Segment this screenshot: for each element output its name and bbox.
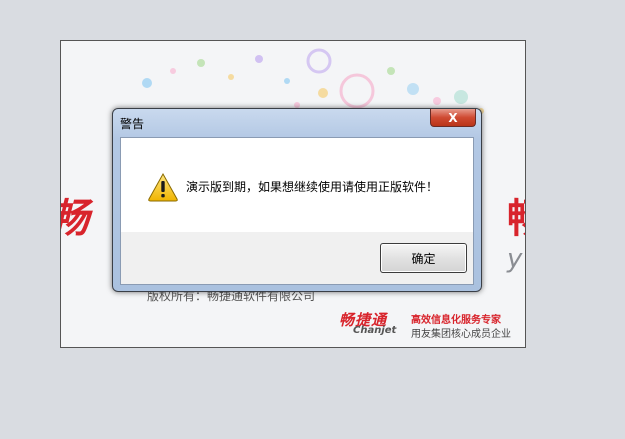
- dialog-title: 警告: [120, 117, 145, 131]
- close-button[interactable]: X: [430, 109, 476, 127]
- brand-subtitle: 用友集团核心成员企业: [411, 329, 511, 340]
- warning-dialog: 警告 X 演示版到期，如果想继续使用请使用正版软件！ 确定: [112, 108, 482, 292]
- message-area: 演示版到期，如果想继续使用请使用正版软件！: [121, 138, 473, 232]
- brand-name-en: Chanjet: [353, 325, 397, 336]
- warning-icon: [148, 172, 178, 202]
- splash-logo-left: 畅: [61, 199, 89, 239]
- close-icon: X: [448, 110, 458, 125]
- ok-button[interactable]: 确定: [380, 243, 467, 273]
- dialog-body: 演示版到期，如果想继续使用请使用正版软件！ 确定: [120, 137, 474, 285]
- warning-message: 演示版到期，如果想继续使用请使用正版软件！: [186, 180, 439, 194]
- brand-slogan: 高效信息化服务专家: [411, 315, 501, 326]
- brand-logo: 畅捷通 Chanjet 高效信息化服务专家 用友集团核心成员企业: [339, 309, 525, 340]
- splash-text-right: y: [507, 244, 523, 274]
- splash-logo-right: 畅: [507, 199, 525, 239]
